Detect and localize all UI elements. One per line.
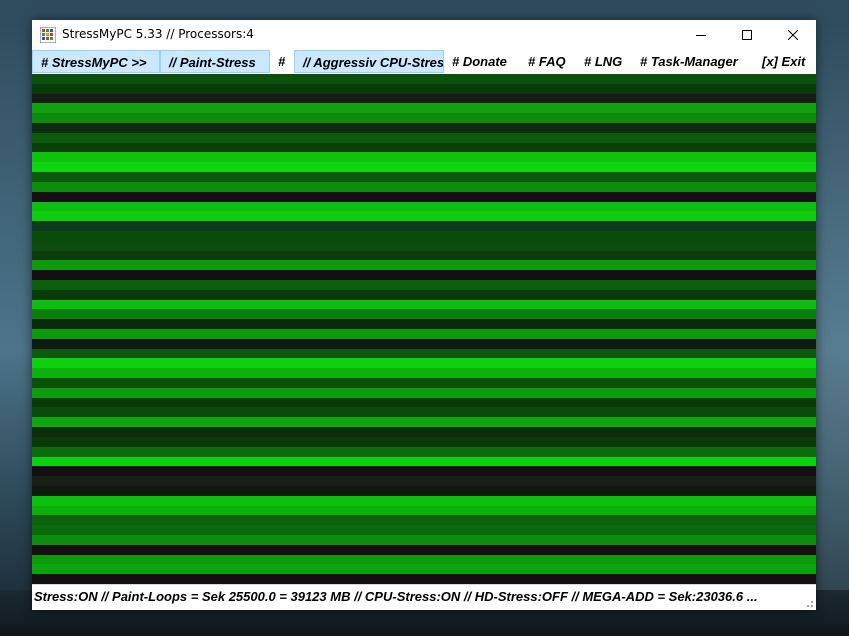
menu-donate[interactable]: # Donate xyxy=(444,50,520,73)
close-icon xyxy=(788,30,798,40)
menu-exit[interactable]: [x] Exit xyxy=(754,50,816,73)
menu-lng[interactable]: # LNG xyxy=(576,50,632,73)
paint-stripe xyxy=(32,574,816,584)
status-text: Stress:ON // Paint-Loops = Sek 25500.0 =… xyxy=(34,589,758,604)
menu-task-manager[interactable]: # Task-Manager xyxy=(632,50,754,73)
title-bar[interactable]: StressMyPC 5.33 // Processors:4 xyxy=(32,20,816,50)
close-button[interactable] xyxy=(770,20,816,50)
app-grid-icon xyxy=(40,27,56,43)
minimize-button[interactable] xyxy=(678,20,724,50)
menu-aggressiv-cpu-stress[interactable]: // Aggressiv CPU-Stress xyxy=(294,50,444,73)
app-window: StressMyPC 5.33 // Processors:4 # Stress… xyxy=(32,20,816,610)
minimize-icon xyxy=(696,35,706,36)
maximize-button[interactable] xyxy=(724,20,770,50)
window-title: StressMyPC 5.33 // Processors:4 xyxy=(62,27,254,41)
menu-stressmypc[interactable]: # StressMyPC >> xyxy=(32,50,160,73)
menu-hash[interactable]: # xyxy=(270,50,294,73)
maximize-icon xyxy=(742,30,752,40)
resize-grip-icon[interactable] xyxy=(804,598,814,608)
menu-faq[interactable]: # FAQ xyxy=(520,50,576,73)
paint-stress-area xyxy=(32,74,816,584)
menu-bar: # StressMyPC >> // Paint-Stress # // Agg… xyxy=(32,50,816,74)
status-bar: Stress:ON // Paint-Loops = Sek 25500.0 =… xyxy=(32,584,816,610)
menu-paint-stress[interactable]: // Paint-Stress xyxy=(160,50,270,73)
